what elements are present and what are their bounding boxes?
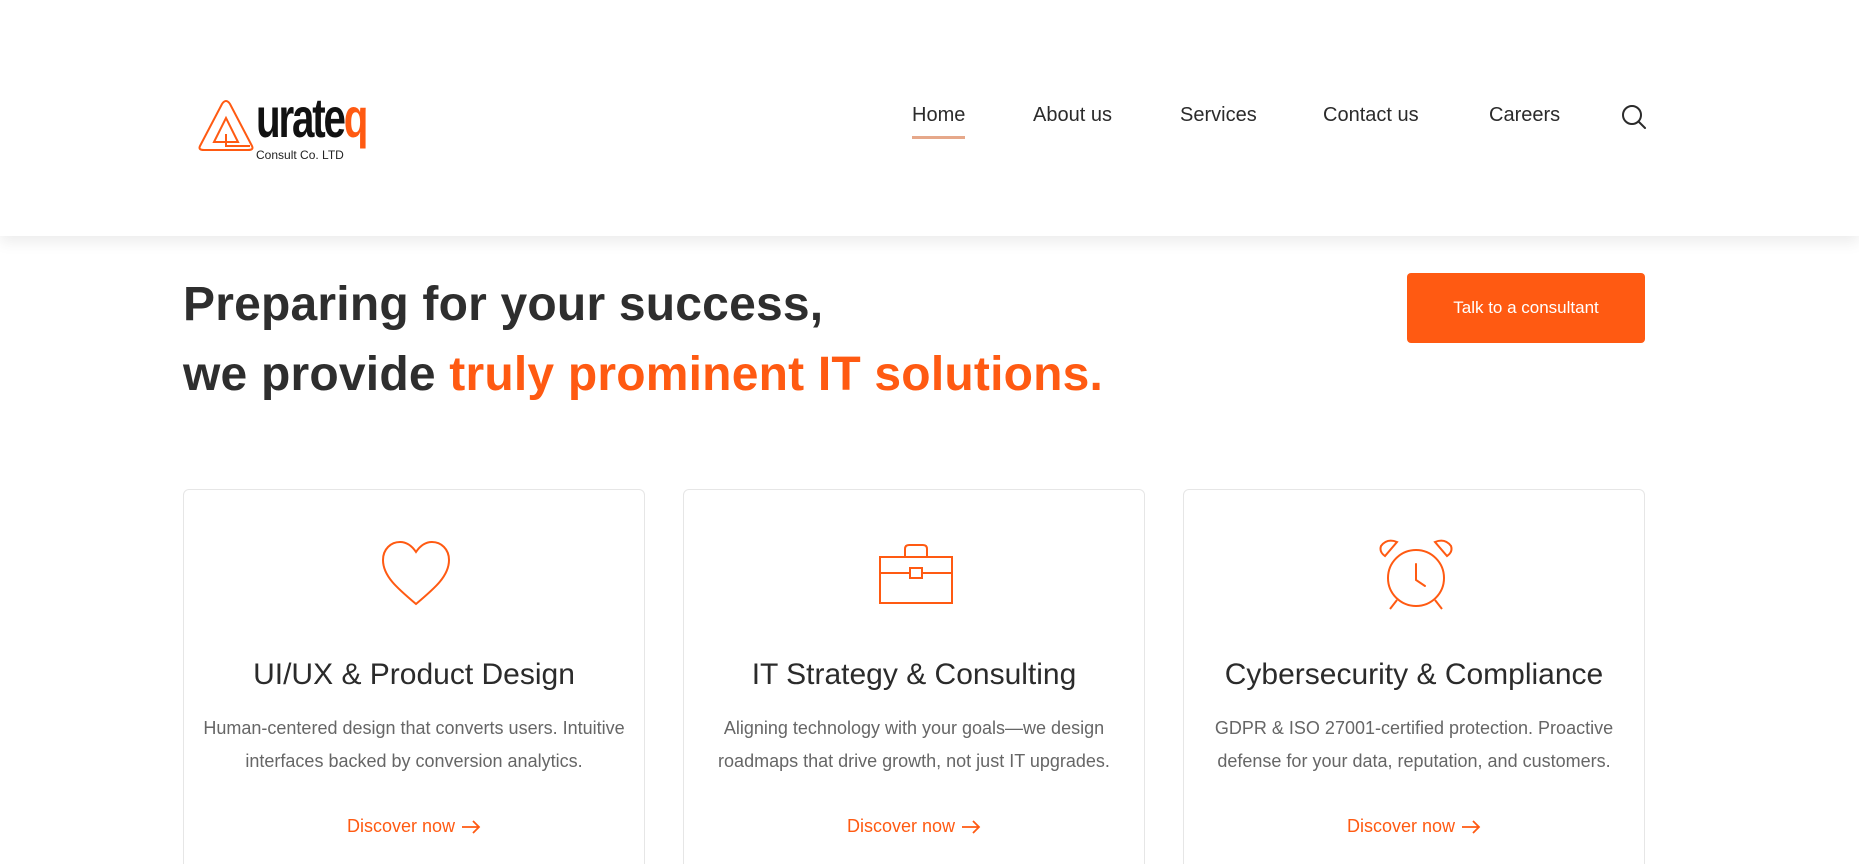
card-description: Human-centered design that converts user… [203,718,625,771]
logo-subtitle: Consult Co. LTD [256,148,344,162]
card-description: Aligning technology with your goals—we d… [718,718,1110,771]
card-title: UI/UX & Product Design [253,658,575,691]
search-icon[interactable] [1620,103,1648,131]
hero-headline: Preparing for your success, we provide t… [183,270,1103,410]
discover-now-link[interactable]: Discover now [1184,816,1644,837]
card-description: GDPR & ISO 27001-certified protection. P… [1214,718,1614,771]
alarm-clock-icon [1379,539,1453,610]
arrow-right-icon [962,820,981,834]
hero-line-2-prefix: we provide [183,348,450,401]
nav-item-about-us[interactable]: About us [1033,104,1112,127]
briefcase-icon [879,544,953,604]
site-header: urateq Consult Co. LTD Home About us Ser… [0,0,1859,236]
hero-line-2-accent: truly prominent IT solutions. [449,348,1104,401]
service-card-uiux: UI/UX & Product Design Human-centered de… [183,489,645,864]
service-card-it-strategy: IT Strategy & Consulting Aligning techno… [683,489,1145,864]
arrow-right-icon [462,820,481,834]
card-title: IT Strategy & Consulting [751,658,1077,691]
service-card-cybersecurity: Cybersecurity & Compliance GDPR & ISO 27… [1183,489,1645,864]
hero-line-1: Preparing for your success, [183,278,824,331]
talk-to-consultant-button[interactable]: Talk to a consultant [1407,273,1645,343]
discover-now-link[interactable]: Discover now [684,816,1144,837]
arrow-right-icon [1462,820,1481,834]
nav-item-contact-us[interactable]: Contact us [1323,104,1419,127]
discover-now-link[interactable]: Discover now [184,816,644,837]
nav-item-careers[interactable]: Careers [1489,104,1560,127]
main-nav: Home About us Services Contact us Career… [0,104,1859,144]
nav-item-services[interactable]: Services [1180,104,1257,127]
nav-item-home[interactable]: Home [912,104,966,139]
heart-icon [381,540,451,606]
card-title: Cybersecurity & Compliance [1224,658,1604,691]
